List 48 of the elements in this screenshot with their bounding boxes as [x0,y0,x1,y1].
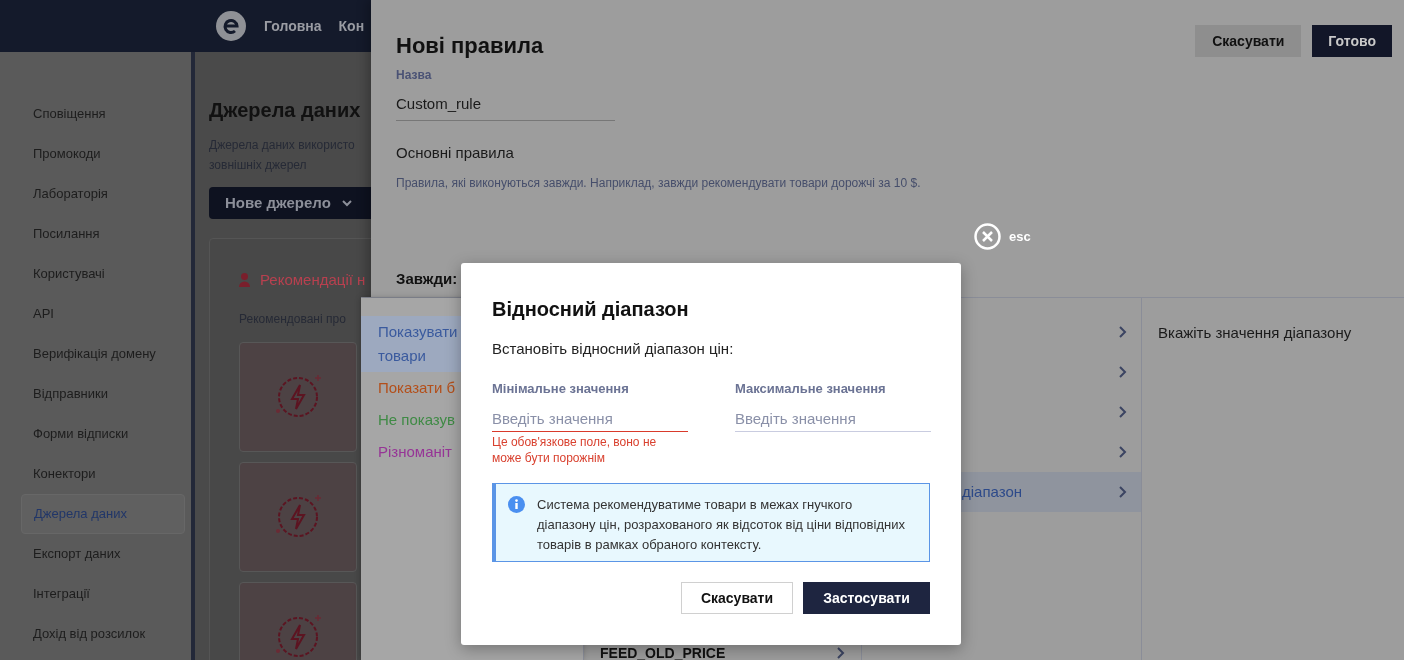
dialog-subtitle: Встановіть відносний діапазон цін: [492,339,735,359]
always-label: Завжди: [396,269,459,289]
chevron-right-icon [1118,365,1127,379]
info-icon [508,496,525,513]
name-input[interactable]: Custom_rule [396,93,615,121]
logo-icon [215,10,247,42]
person-icon [239,273,250,288]
info-text: Система рекомендуватиме товари в межах гнучкого діапазону цін, розрахованого як відсоток від ціни відповідних товарів в рамках обраного контексту. [537,496,906,554]
apply-button[interactable]: Застосувати [803,582,930,614]
sidebar-item[interactable]: Форми відписки [21,414,185,454]
chevron-right-icon [836,645,845,660]
card-title: Рекомендації н [260,270,366,290]
field-label: Максимальне значення [735,379,887,398]
page-title: Джерела даних [209,98,362,123]
dialog-cancel-button[interactable]: Скасувати [681,582,793,614]
chevron-right-icon [1118,325,1127,339]
sidebar-item[interactable]: Джерела даних [21,494,185,534]
done-button[interactable]: Готово [1312,25,1392,57]
close-icon[interactable] [974,223,1001,250]
sidebar-item[interactable]: Сповіщення [21,94,185,134]
nav-link[interactable]: Кон [338,15,365,37]
esc-hint: esc [1009,227,1031,246]
sidebar-item[interactable]: Відправники [21,374,185,414]
sidebar-item[interactable]: Лабораторія [21,174,185,214]
sidebar-item[interactable]: Верифікація домену [21,334,185,374]
dialog-title: Відносний діапазон [492,297,690,322]
chevron-down-icon [340,199,353,207]
chevron-right-icon [1118,445,1127,459]
cancel-button[interactable]: Скасувати [1195,25,1302,57]
error-message: Це обов'язкове поле, воно не може бути порожнім [492,434,658,466]
sidebar-item[interactable]: Дохід від розсилок [21,614,185,654]
sidebar-item[interactable]: Промокоди [21,134,185,174]
sidebar-item[interactable]: Посилання [21,214,185,254]
field-label: Назва [396,67,433,84]
section-title: Основні правила [396,142,515,163]
sidebar-item[interactable]: Інтеграції [21,574,185,614]
sidebar-item[interactable]: Користувачі [21,254,185,294]
field-label: Мінімальне значення [492,379,630,398]
detail-text: Вкажіть значення діапазону [1157,323,1352,343]
sidebar-item[interactable]: Експорт даних [21,534,185,574]
drawer-title: Нові правила [396,32,544,60]
option-item[interactable]: діапазон [961,472,1141,512]
chevron-right-icon [1118,405,1127,419]
section-hint: Правила, які виконуються завжди. Наприклад, завжди рекомендувати товари дорожчі за 10 $. [396,175,922,192]
sidebar-item[interactable]: Конектори [21,454,185,494]
nav-link[interactable]: Головна [264,15,322,37]
chevron-right-icon [1118,485,1127,499]
sidebar-item[interactable]: API [21,294,185,334]
